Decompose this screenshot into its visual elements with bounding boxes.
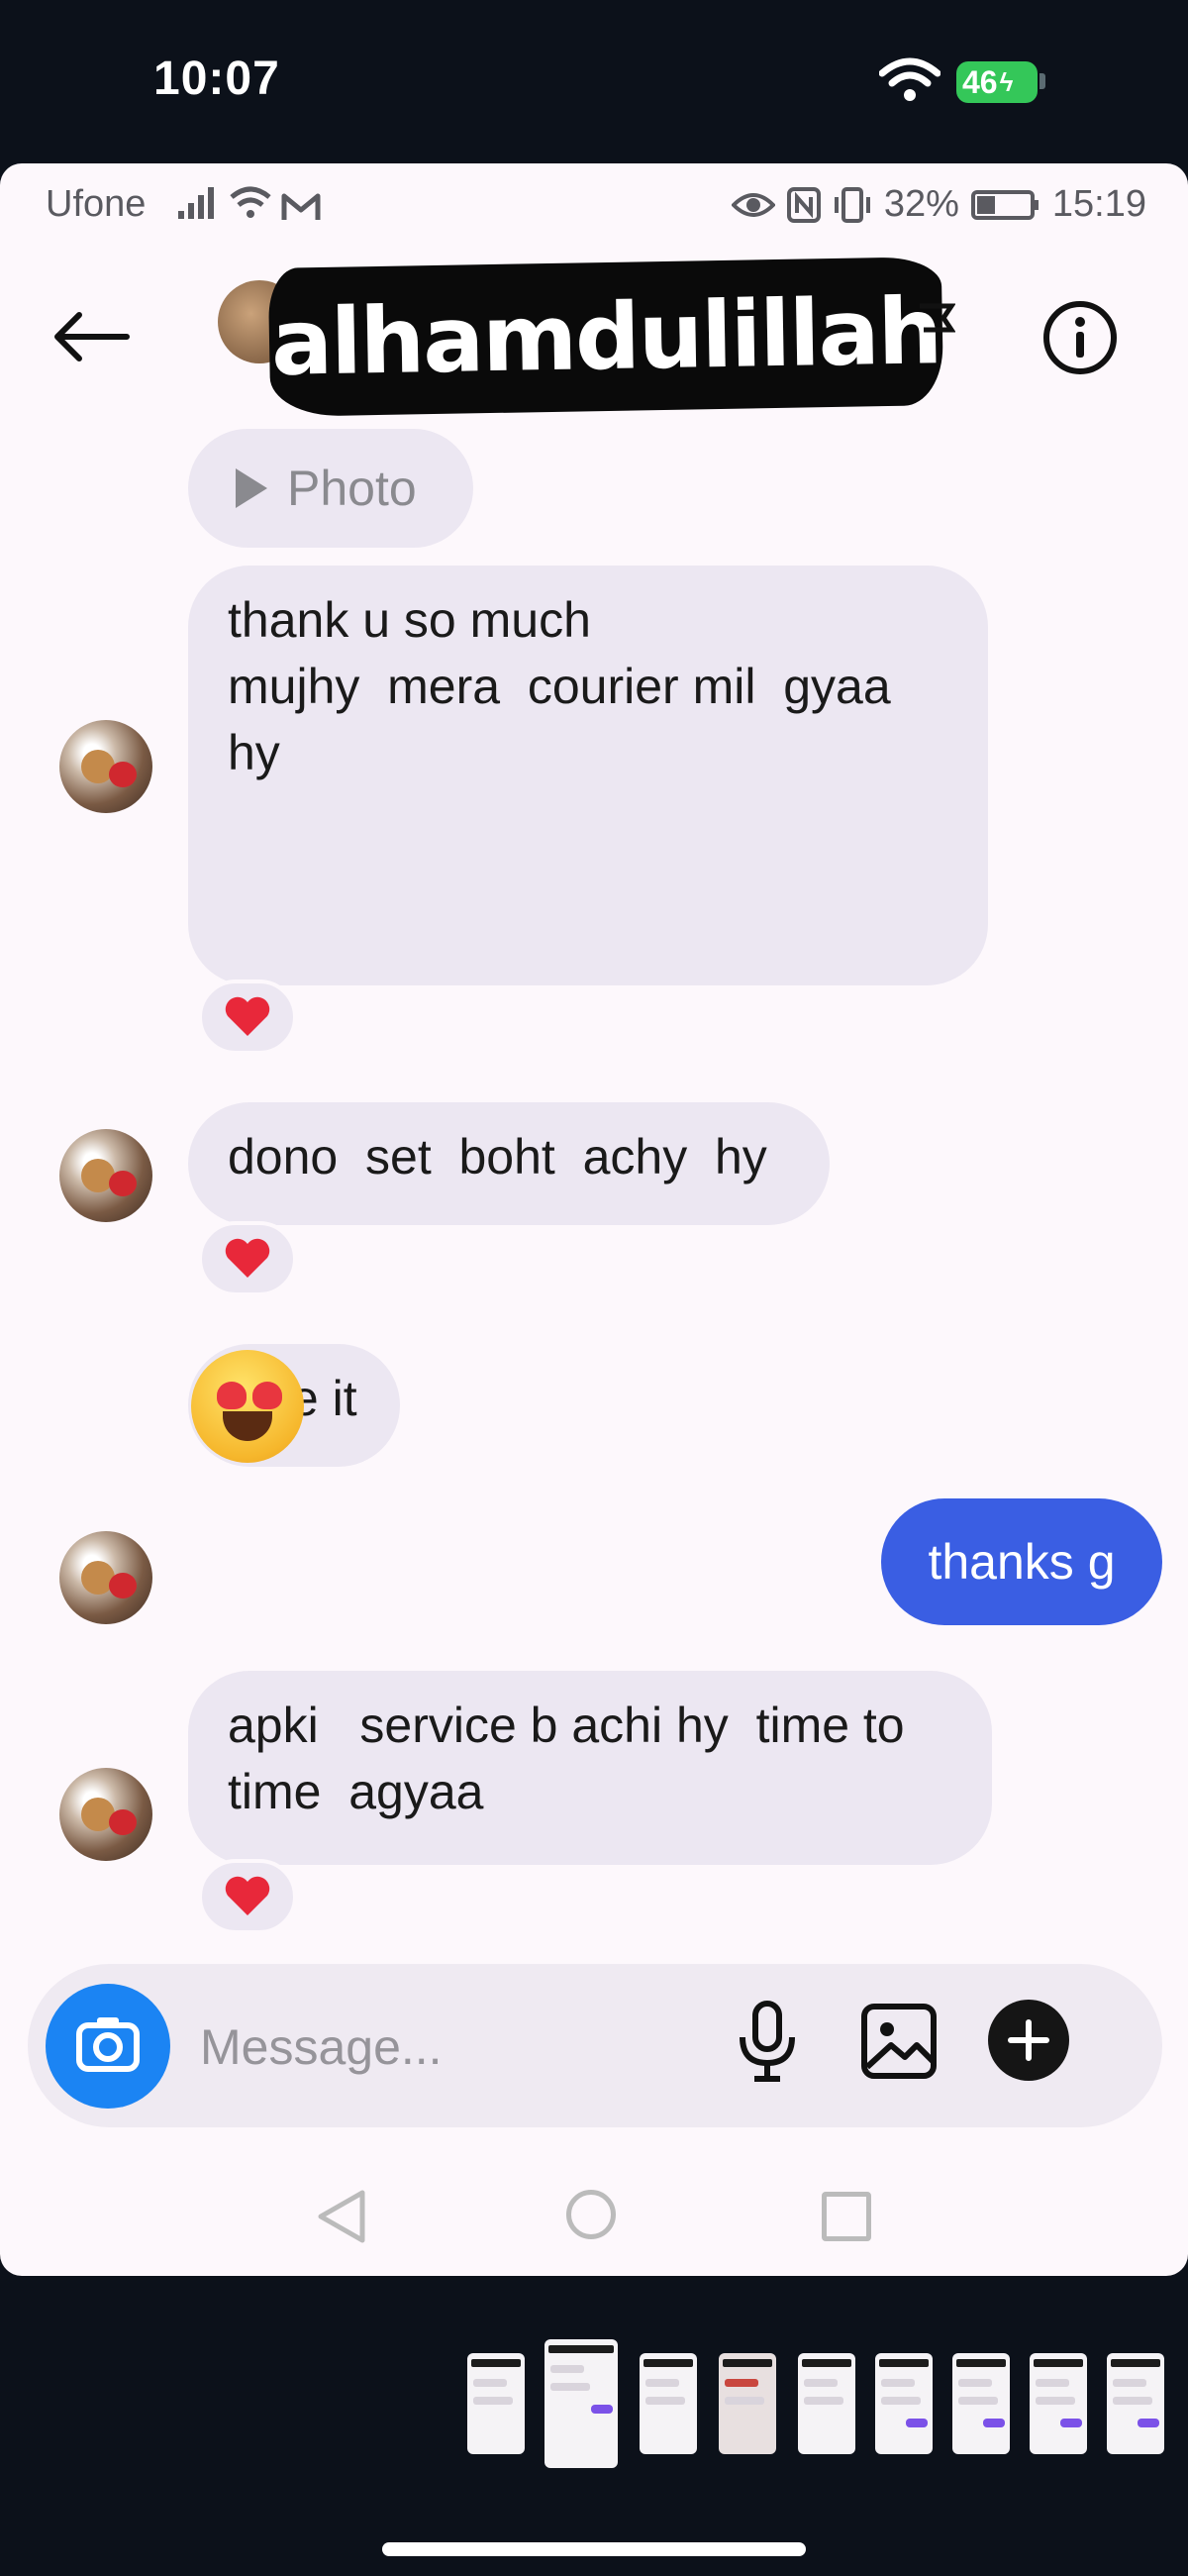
android-status-bar: Ufone 32% 15:19 — [0, 163, 1188, 243]
flag-icon — [916, 302, 956, 351]
plus-icon — [1008, 2019, 1049, 2061]
heart-reaction[interactable] — [198, 1859, 297, 1934]
charging-bolt-icon: ϟ — [999, 66, 1014, 97]
sent-message-bubble[interactable]: thanks g — [881, 1498, 1162, 1625]
wifi-icon — [878, 57, 941, 108]
message-composer — [28, 1964, 1162, 2127]
android-time: 15:19 — [1051, 183, 1146, 225]
heart-eye-left — [217, 1382, 247, 1409]
wifi-icon — [230, 185, 271, 231]
sender-avatar[interactable] — [59, 1768, 152, 1861]
vibrate-icon — [834, 186, 870, 223]
ios-status-time: 10:07 — [153, 52, 280, 105]
message-bubble[interactable]: thank u so much mujhy mera courier mil g… — [188, 566, 988, 985]
photo-label: Photo — [287, 460, 417, 516]
sender-avatar[interactable] — [59, 1129, 152, 1222]
heart-icon — [225, 996, 270, 1036]
heart-icon — [225, 1238, 270, 1278]
message-input[interactable] — [198, 2004, 717, 2091]
message-bubble[interactable]: apki service b achi hy time to time agya… — [188, 1671, 992, 1865]
smile-mouth — [223, 1411, 272, 1441]
carrier-name: Ufone — [46, 183, 147, 225]
home-indicator[interactable] — [382, 2542, 806, 2556]
back-arrow-icon[interactable] — [51, 312, 131, 366]
heart-reaction[interactable] — [198, 979, 297, 1055]
sender-avatar[interactable] — [59, 720, 152, 813]
message-bubble[interactable]: dono set boht achy hy — [188, 1102, 830, 1225]
battery-indicator: 46 ϟ — [956, 61, 1038, 103]
thumbnail[interactable] — [640, 2353, 697, 2454]
thumbnail[interactable] — [1107, 2353, 1164, 2454]
thumbnail[interactable] — [467, 2353, 525, 2454]
thumbnail[interactable] — [1030, 2353, 1087, 2454]
camera-icon — [76, 2017, 140, 2072]
heart-eye-right — [252, 1382, 282, 1409]
play-icon — [236, 468, 267, 508]
sender-avatar[interactable] — [59, 1531, 152, 1624]
eye-comfort-icon — [731, 192, 775, 217]
contact-name-banner: alhamdulillah — [267, 257, 944, 417]
nfc-icon — [786, 186, 821, 223]
thumbnail[interactable] — [798, 2353, 855, 2454]
battery-icon — [970, 189, 1039, 220]
heart-reaction[interactable] — [198, 1221, 297, 1296]
chat-screenshot: Ufone 32% 15:19 alhamdulillah Photo than… — [0, 163, 1188, 2276]
signal-icon — [176, 187, 216, 231]
battery-level: 46 — [962, 63, 998, 100]
thumbnail-selected[interactable] — [544, 2339, 618, 2468]
thumbnail[interactable] — [952, 2353, 1010, 2454]
battery-tip — [1040, 73, 1045, 89]
add-button[interactable] — [988, 2000, 1069, 2081]
status-right-group: 32% 15:19 — [731, 183, 1146, 226]
thumbnail[interactable] — [875, 2353, 933, 2454]
heart-icon — [225, 1876, 270, 1915]
info-icon[interactable] — [1042, 300, 1118, 380]
camera-button[interactable] — [46, 1984, 170, 2109]
nav-back-icon[interactable] — [315, 2189, 368, 2249]
nav-recents-icon[interactable] — [822, 2192, 871, 2241]
gallery-icon[interactable] — [859, 2002, 939, 2086]
heart-eyes-emoji-message[interactable] — [191, 1350, 304, 1463]
microphone-icon[interactable] — [733, 2000, 802, 2090]
thumbnail[interactable] — [719, 2353, 776, 2454]
gmail-icon — [281, 189, 321, 232]
battery-percent: 32% — [883, 183, 959, 225]
nav-home-icon[interactable] — [566, 2190, 616, 2239]
contact-name: alhamdulillah — [270, 277, 941, 396]
photo-message[interactable]: Photo — [188, 429, 473, 548]
